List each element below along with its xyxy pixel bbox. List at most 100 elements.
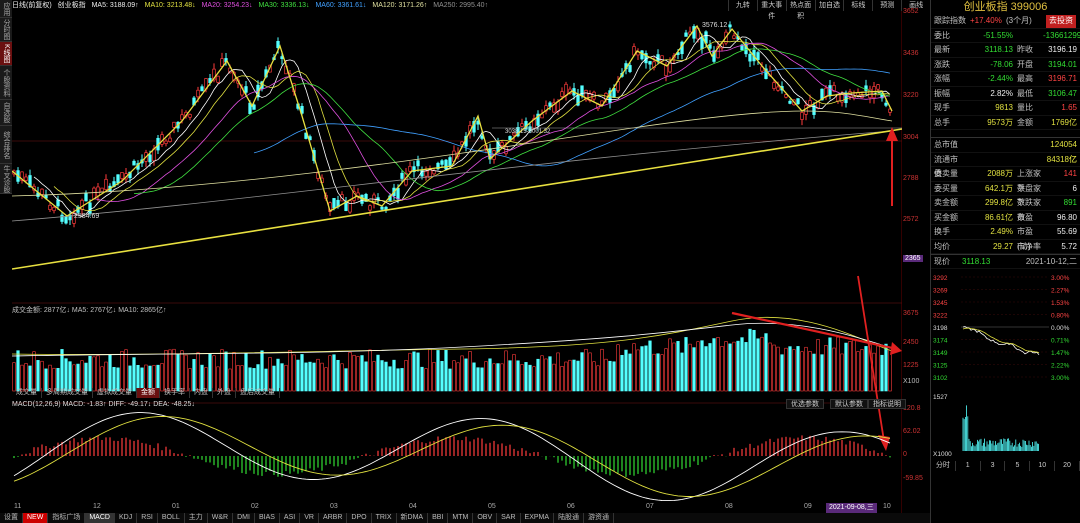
macd-param-button[interactable]: 指标说明 [868,399,906,409]
toolbar-button[interactable]: 预测 [872,0,901,11]
intraday-date: 2021-10-12,二 [1025,257,1077,266]
indicator-tab[interactable]: RSI [137,513,158,523]
intraday-tab[interactable]: 20 [1055,460,1080,471]
left-tab[interactable]: 个股资料 [0,66,12,100]
candle-body [444,159,448,170]
toolbar-button[interactable]: 九转 [728,0,757,11]
volume-bar [320,362,324,392]
indicator-tab[interactable]: DPO [347,513,372,523]
volume-bar [460,355,464,392]
volume-tab[interactable]: 换手率 [160,388,190,398]
toolbar-button[interactable]: 加自选 [814,0,844,11]
row-value-2: -13661299 [1043,30,1080,40]
row-label: 最新 [934,45,950,54]
intraday-tab[interactable]: 10 [1030,460,1056,471]
quote-row: 换手 2.49% 市盈(动) 55.69 [931,225,1080,251]
indicator-tab[interactable]: DMI [233,513,255,523]
candle-body [432,170,436,175]
indicator-tab[interactable]: 新DMA [397,513,429,523]
indicator-tab[interactable]: ASI [280,513,301,523]
indicator-tab[interactable]: 指标广场 [48,513,86,523]
low-price-label: 2584.69 [74,213,99,220]
intraday-tab[interactable]: 3 [981,460,1006,471]
volume-bar [444,350,448,392]
volume-bar [368,349,372,392]
row-label-2: 最高 [1017,74,1033,83]
volume-bar [212,355,216,392]
left-tab[interactable]: 牛叉诊股 [0,164,12,194]
intraday-vol-tick: 1527 [933,394,948,401]
candle-body [164,140,168,144]
volume-tab[interactable]: 虚拟成交量 [93,388,137,398]
quote-row: 总手 9573万 金额 1769亿 [931,116,1080,130]
indicator-tab[interactable]: BOLL [158,513,185,523]
period-label[interactable]: 日线(前复权) [12,2,52,9]
candle-body [480,135,484,139]
candle-body [384,206,388,210]
left-tab[interactable]: 应用 [0,0,12,18]
intraday-left-tick: 3245 [933,300,948,307]
volume-bar [276,358,280,392]
indicator-tab[interactable]: BBI [428,513,449,523]
volume-tab[interactable]: 盘后成交量 [236,388,280,398]
indicator-tab[interactable]: NEW [23,513,49,523]
toolbar-button[interactable]: 标线 [843,0,872,11]
volume-bar [472,362,476,392]
left-tab[interactable]: 综合排名 [0,126,12,164]
volume-bar [536,358,540,392]
candle-body [424,170,428,177]
row-label-2: 最低 [1017,88,1033,98]
indicator-tab[interactable]: KDJ [115,513,138,523]
indicator-tab[interactable]: SAR [497,513,521,523]
toolbar-button[interactable]: 重大事件 [756,0,786,20]
indicator-tab[interactable]: 陆股通 [554,513,585,523]
indicator-tab[interactable]: TRIX [372,513,397,523]
volume-tab[interactable]: 金额 [137,388,160,398]
indicator-tab[interactable]: 设置 [0,513,23,523]
volume-tab[interactable]: 多周期成交量 [42,388,93,398]
left-tab[interactable]: 分时图 [0,18,12,42]
indicator-tab[interactable]: 游资通 [584,513,615,523]
indicator-tab[interactable]: ARBR [319,513,348,523]
intraday-price: 3118.13 [962,257,991,266]
volume-tab[interactable]: 内盘 [190,388,213,398]
kline-chart[interactable]: 2584.69 3576.12 3038.15-3001.32 [12,11,902,513]
volume-bar [80,360,84,392]
volume-bar [36,360,40,392]
intraday-chart[interactable]: 3292 3.00% 3269 2.27% 3245 1.53% 3222 0.80% 3198… [931,269,1080,459]
indicator-tab[interactable]: W&R [208,513,234,523]
candle-body [96,186,100,197]
month-tick: 08 [725,503,733,510]
volume-bar [828,337,832,392]
indicator-tab[interactable]: VR [300,513,319,523]
invest-button[interactable]: 去投资 [1046,15,1076,28]
volume-bar [260,350,264,392]
indicator-tab[interactable]: MTM [448,513,474,523]
volume-tab[interactable]: 成交量 [12,388,42,398]
ma30-line [133,48,891,194]
left-tab[interactable]: 自选股 [0,100,12,126]
indicator-tab[interactable]: EXPMA [521,513,555,523]
toolbar-button[interactable]: 热点面积 [785,0,815,20]
indicator-tab[interactable]: 主力 [185,513,208,523]
macd-param-button[interactable]: 优选参数 [786,399,824,409]
volume-tab[interactable]: 外盘 [213,388,236,398]
volume-bar [564,361,568,392]
macd-param-button[interactable]: 默认参数 [830,399,868,409]
left-tab[interactable]: K线图 [0,42,12,66]
volume-bar [660,354,664,392]
indicator-tab[interactable]: BIAS [255,513,280,523]
candle-body [148,154,152,163]
indicator-tab[interactable]: OBV [473,513,498,523]
candle-body [88,202,92,214]
volume-bar [496,363,500,392]
intraday-tab[interactable]: 1 [956,460,981,471]
volume-bar [268,357,272,392]
intraday-tab[interactable]: 5 [1005,460,1031,471]
row-value [962,138,1017,152]
intraday-tab[interactable]: 分时 [931,460,956,471]
volume-bar [400,368,404,392]
candle-body [776,86,780,91]
candle-body [196,89,200,98]
indicator-tab[interactable]: MACD [85,513,115,523]
